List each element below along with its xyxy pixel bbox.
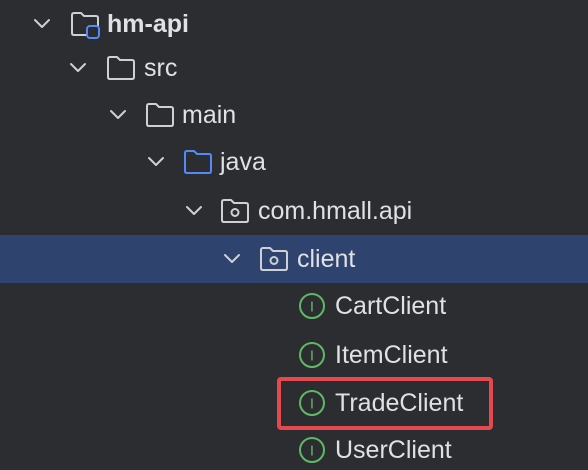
interface-icon: I: [299, 293, 325, 319]
folder-icon: [107, 56, 135, 80]
source-root-folder-icon: [184, 150, 212, 174]
module-folder-icon: [71, 12, 100, 39]
chevron-down-icon[interactable]: [182, 199, 206, 223]
chevron-down-icon[interactable]: [30, 12, 54, 36]
highlight-annotation-box: [277, 377, 493, 430]
chevron-down-icon[interactable]: [106, 103, 130, 127]
tree-node-cartclient[interactable]: I CartClient: [0, 282, 588, 330]
tree-node-itemclient[interactable]: I ItemClient: [0, 331, 588, 379]
package-icon: [260, 247, 288, 271]
tree-node-label: ItemClient: [335, 341, 448, 369]
tree-node-main[interactable]: main: [0, 91, 588, 139]
tree-node-label: main: [182, 101, 237, 129]
chevron-down-icon[interactable]: [144, 150, 168, 174]
tree-node-label: java: [220, 148, 266, 176]
chevron-down-icon[interactable]: [220, 247, 244, 271]
tree-node-label: com.hmall.api: [258, 197, 413, 225]
package-icon: [221, 199, 249, 223]
interface-icon: I: [299, 437, 325, 463]
interface-badge-letter: I: [310, 299, 314, 316]
interface-icon: I: [299, 342, 325, 368]
interface-badge-letter: I: [310, 443, 314, 460]
folder-icon: [146, 103, 174, 127]
project-tree: hm-api src main java com.hmall.api clien…: [0, 0, 588, 470]
tree-node-userclient[interactable]: I UserClient: [0, 426, 588, 470]
tree-node-src[interactable]: src: [0, 44, 588, 92]
chevron-down-icon[interactable]: [66, 56, 90, 80]
tree-node-label: hm-api: [107, 10, 189, 38]
tree-node-label: src: [144, 54, 178, 82]
tree-node-hm-api[interactable]: hm-api: [0, 0, 588, 48]
tree-node-label: client: [297, 245, 356, 273]
tree-node-client[interactable]: client: [0, 235, 588, 283]
tree-node-label: UserClient: [335, 436, 452, 464]
tree-node-label: CartClient: [335, 292, 447, 320]
interface-badge-letter: I: [310, 348, 314, 365]
tree-node-java[interactable]: java: [0, 138, 588, 186]
tree-node-com-hmall-api[interactable]: com.hmall.api: [0, 187, 588, 235]
